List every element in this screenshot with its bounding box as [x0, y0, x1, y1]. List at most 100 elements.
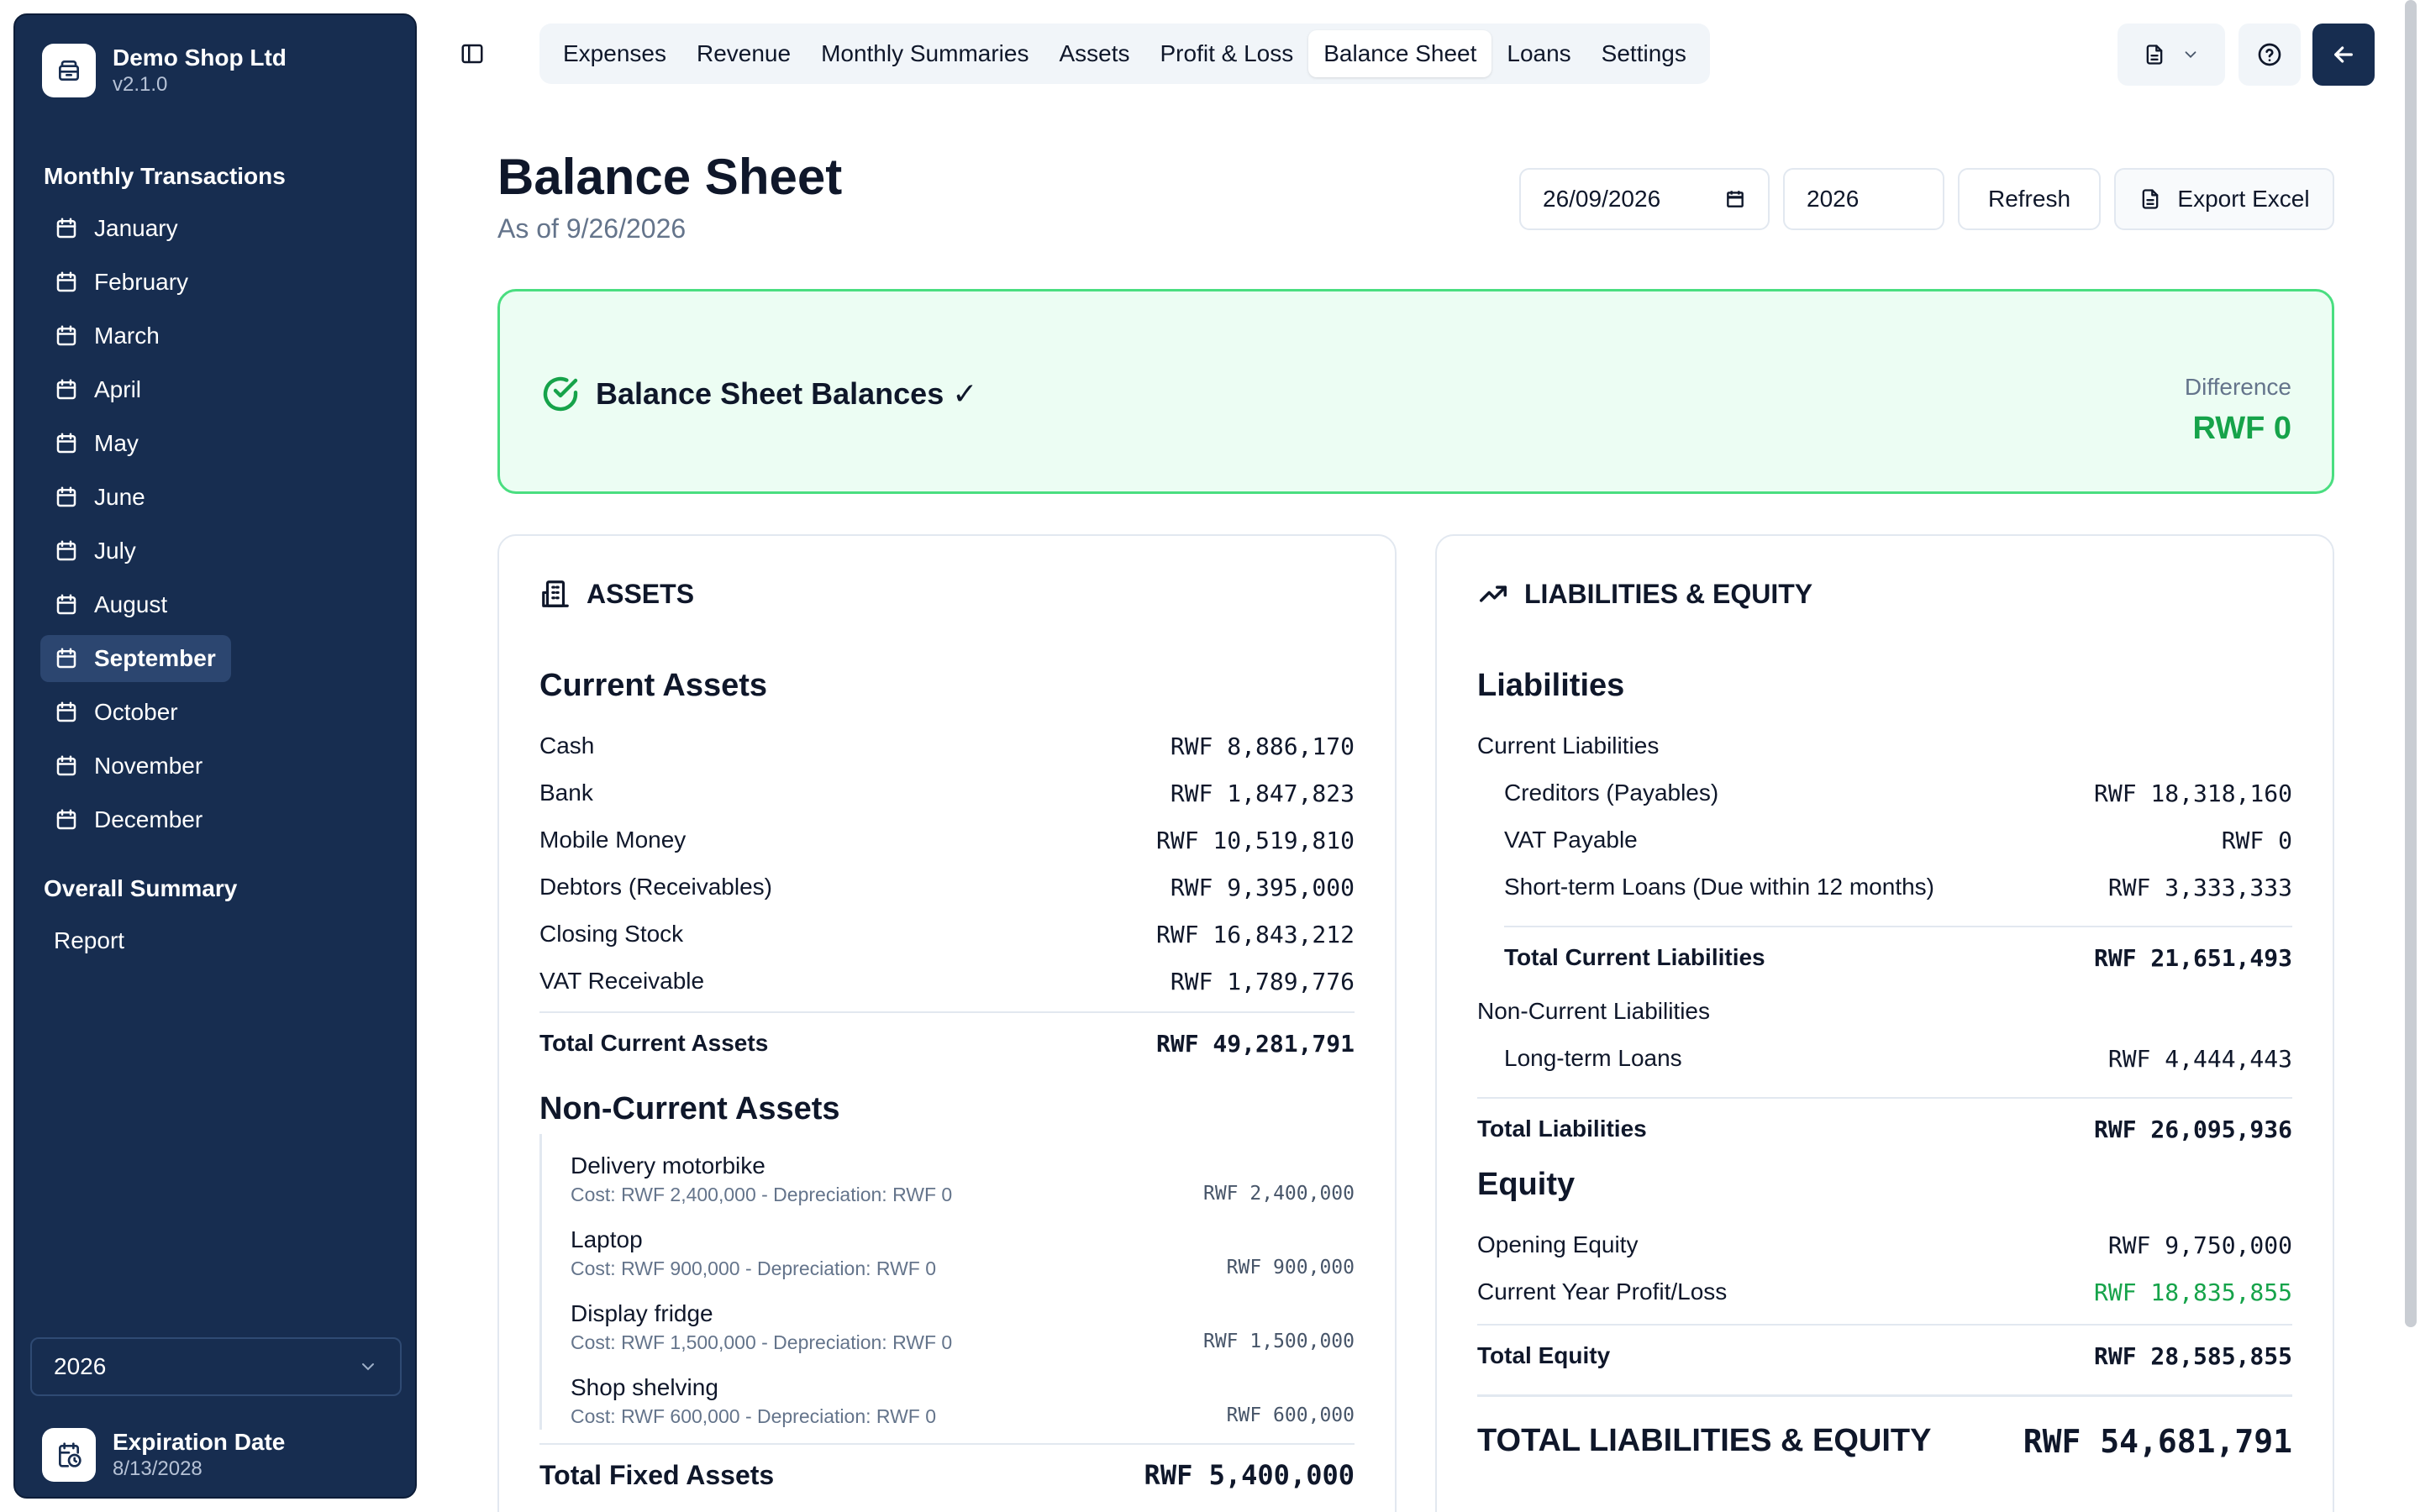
- sidebar-item-label: April: [94, 376, 142, 402]
- total-liabilities-label: Total Liabilities: [1477, 1116, 1647, 1142]
- page-title: Balance Sheet: [497, 149, 843, 205]
- balance-status-title: Balance Sheet Balances ✓: [596, 376, 978, 411]
- non-current-liabilities-list: Long-term Loans RWF 4,444,443: [1477, 1035, 2292, 1082]
- file-spreadsheet-icon: [2143, 189, 2159, 209]
- sidebar-item-label: October: [94, 699, 178, 725]
- sidebar-item-november[interactable]: November: [40, 743, 218, 790]
- assets-heading: ASSETS: [539, 578, 694, 610]
- sidebar-toggle-button[interactable]: [454, 37, 491, 71]
- sidebar-item-may[interactable]: May: [40, 420, 154, 467]
- sidebar-item-june[interactable]: June: [40, 474, 160, 521]
- current-assets-title: Current Assets: [539, 667, 768, 703]
- sidebar-item-march[interactable]: March: [40, 312, 175, 360]
- difference-label: Difference: [2184, 374, 2291, 400]
- current-liability-row: Short-term Loans (Due within 12 months) R…: [1477, 864, 2292, 911]
- sidebar-item-label: September: [94, 645, 216, 671]
- total-liabilities-value: RWF 26,095,936: [2093, 1115, 2292, 1143]
- current-asset-value: RWF 8,886,170: [1170, 732, 1355, 760]
- year-input[interactable]: 2026: [1783, 168, 1944, 230]
- page-scrollbar[interactable]: [2405, 0, 2417, 1327]
- year-select-value: 2026: [54, 1353, 107, 1379]
- current-liability-value: RWF 0: [2221, 826, 2292, 854]
- sidebar-item-label: June: [94, 484, 145, 510]
- sidebar-item-august[interactable]: August: [40, 581, 182, 628]
- fixed-asset-name: Delivery motorbike: [571, 1152, 765, 1179]
- tab-loans[interactable]: Loans: [1491, 30, 1586, 77]
- as-of-date-input[interactable]: 26/09/2026: [1519, 168, 1770, 230]
- sidebar-item-april[interactable]: April: [40, 366, 156, 413]
- current-asset-row: Bank RWF 1,847,823: [539, 769, 1355, 816]
- calendar-clock-icon: [42, 1428, 96, 1482]
- total-equity-value: RWF 28,585,855: [2093, 1341, 2292, 1370]
- current-liability-value: RWF 3,333,333: [2107, 873, 2292, 901]
- refresh-button[interactable]: Refresh: [1958, 168, 2101, 230]
- sidebar-item-label: January: [94, 215, 178, 241]
- current-asset-value: RWF 1,847,823: [1170, 779, 1355, 807]
- total-liabilities-row: Total Liabilities RWF 26,095,936: [1477, 1097, 2292, 1159]
- tab-monthly-summaries[interactable]: Monthly Summaries: [806, 30, 1044, 77]
- help-circle-icon: [2258, 43, 2281, 66]
- tab-settings[interactable]: Settings: [1586, 30, 1702, 77]
- tab-revenue[interactable]: Revenue: [681, 30, 806, 77]
- current-year-profit-label: Current Year Profit/Loss: [1477, 1278, 1728, 1305]
- sidebar-item-report[interactable]: Report: [54, 927, 124, 954]
- sidebar-item-october[interactable]: October: [40, 689, 193, 736]
- sidebar-item-label: December: [94, 806, 203, 832]
- sidebar-item-label: August: [94, 591, 168, 617]
- fixed-asset-name: Shop shelving: [571, 1374, 718, 1400]
- current-asset-label: Mobile Money: [539, 827, 687, 853]
- current-assets-list: Cash RWF 8,886,170 Bank RWF 1,847,823 Mobile…: [539, 722, 1355, 1005]
- calendar-icon: [56, 379, 76, 400]
- building-icon: [542, 580, 569, 607]
- sidebar-item-september[interactable]: September: [40, 635, 231, 682]
- total-fixed-assets-label: Total Fixed Assets: [539, 1459, 775, 1490]
- month-list: January February March April May June July Augu…: [40, 205, 393, 850]
- document-menu-button[interactable]: [2118, 24, 2225, 86]
- fixed-asset-item: Delivery motorbike Cost: RWF 2,400,000 - …: [539, 1134, 1355, 1208]
- equity-title: Equity: [1477, 1166, 1576, 1202]
- tab-balance-sheet[interactable]: Balance Sheet: [1308, 30, 1492, 77]
- fixed-asset-item: Display fridge Cost: RWF 1,500,000 - Depr…: [539, 1282, 1355, 1356]
- fixed-asset-name: Laptop: [571, 1226, 643, 1252]
- export-excel-label: Export Excel: [2177, 186, 2310, 212]
- check-circle-icon: [543, 376, 578, 412]
- total-fixed-assets-value: RWF 5,400,000: [1144, 1459, 1355, 1491]
- current-asset-value: RWF 10,519,810: [1155, 826, 1355, 854]
- calendar-icon[interactable]: [1724, 188, 1746, 210]
- current-asset-label: VAT Receivable: [539, 968, 705, 994]
- tab-profit-loss[interactable]: Profit & Loss: [1145, 30, 1309, 77]
- tab-expenses[interactable]: Expenses: [548, 30, 681, 77]
- sidebar-item-label: February: [94, 269, 189, 295]
- current-asset-row: VAT Receivable RWF 1,789,776: [539, 958, 1355, 1005]
- current-year-profit-value: RWF 18,835,855: [2093, 1278, 2292, 1306]
- sidebar-item-february[interactable]: February: [40, 259, 203, 306]
- calendar-icon: [56, 648, 76, 669]
- export-excel-button[interactable]: Export Excel: [2114, 168, 2334, 230]
- calendar-icon: [56, 594, 76, 615]
- calendar-icon: [56, 701, 76, 722]
- total-current-assets-label: Total Current Assets: [539, 1030, 769, 1056]
- expiration-info: Expiration Date 8/13/2028: [42, 1428, 285, 1482]
- sidebar-item-december[interactable]: December: [40, 796, 218, 843]
- balance-status-banner: Balance Sheet Balances ✓ Difference RWF …: [497, 289, 2334, 494]
- page-subtitle: As of 9/26/2026: [497, 213, 687, 244]
- panel-left-icon: [461, 44, 483, 64]
- tab-assets[interactable]: Assets: [1044, 30, 1144, 77]
- fixed-asset-value: RWF 900,000: [1226, 1257, 1355, 1278]
- brand[interactable]: Demo Shop Ltd v2.1.0: [42, 44, 287, 97]
- fixed-asset-value: RWF 1,500,000: [1202, 1331, 1355, 1352]
- sidebar-item-july[interactable]: July: [40, 528, 151, 575]
- chevron-down-icon: [2185, 51, 2196, 59]
- total-fixed-assets-row: Total Fixed Assets RWF 5,400,000: [539, 1443, 1355, 1505]
- sidebar-item-label: July: [94, 538, 136, 564]
- opening-equity-label: Opening Equity: [1477, 1231, 1639, 1257]
- non-current-liability-row: Long-term Loans RWF 4,444,443: [1477, 1035, 2292, 1082]
- back-button[interactable]: [2312, 24, 2375, 86]
- year-select[interactable]: 2026: [30, 1337, 402, 1396]
- liabilities-equity-card: LIABILITIES & EQUITY Liabilities Current…: [1435, 534, 2334, 1512]
- sidebar-item-january[interactable]: January: [40, 205, 193, 252]
- difference-value: RWF 0: [2192, 411, 2291, 446]
- help-button[interactable]: [2238, 24, 2301, 86]
- chevron-down-icon: [362, 1363, 374, 1371]
- non-current-assets-list: Delivery motorbike Cost: RWF 2,400,000 - …: [539, 1134, 1355, 1430]
